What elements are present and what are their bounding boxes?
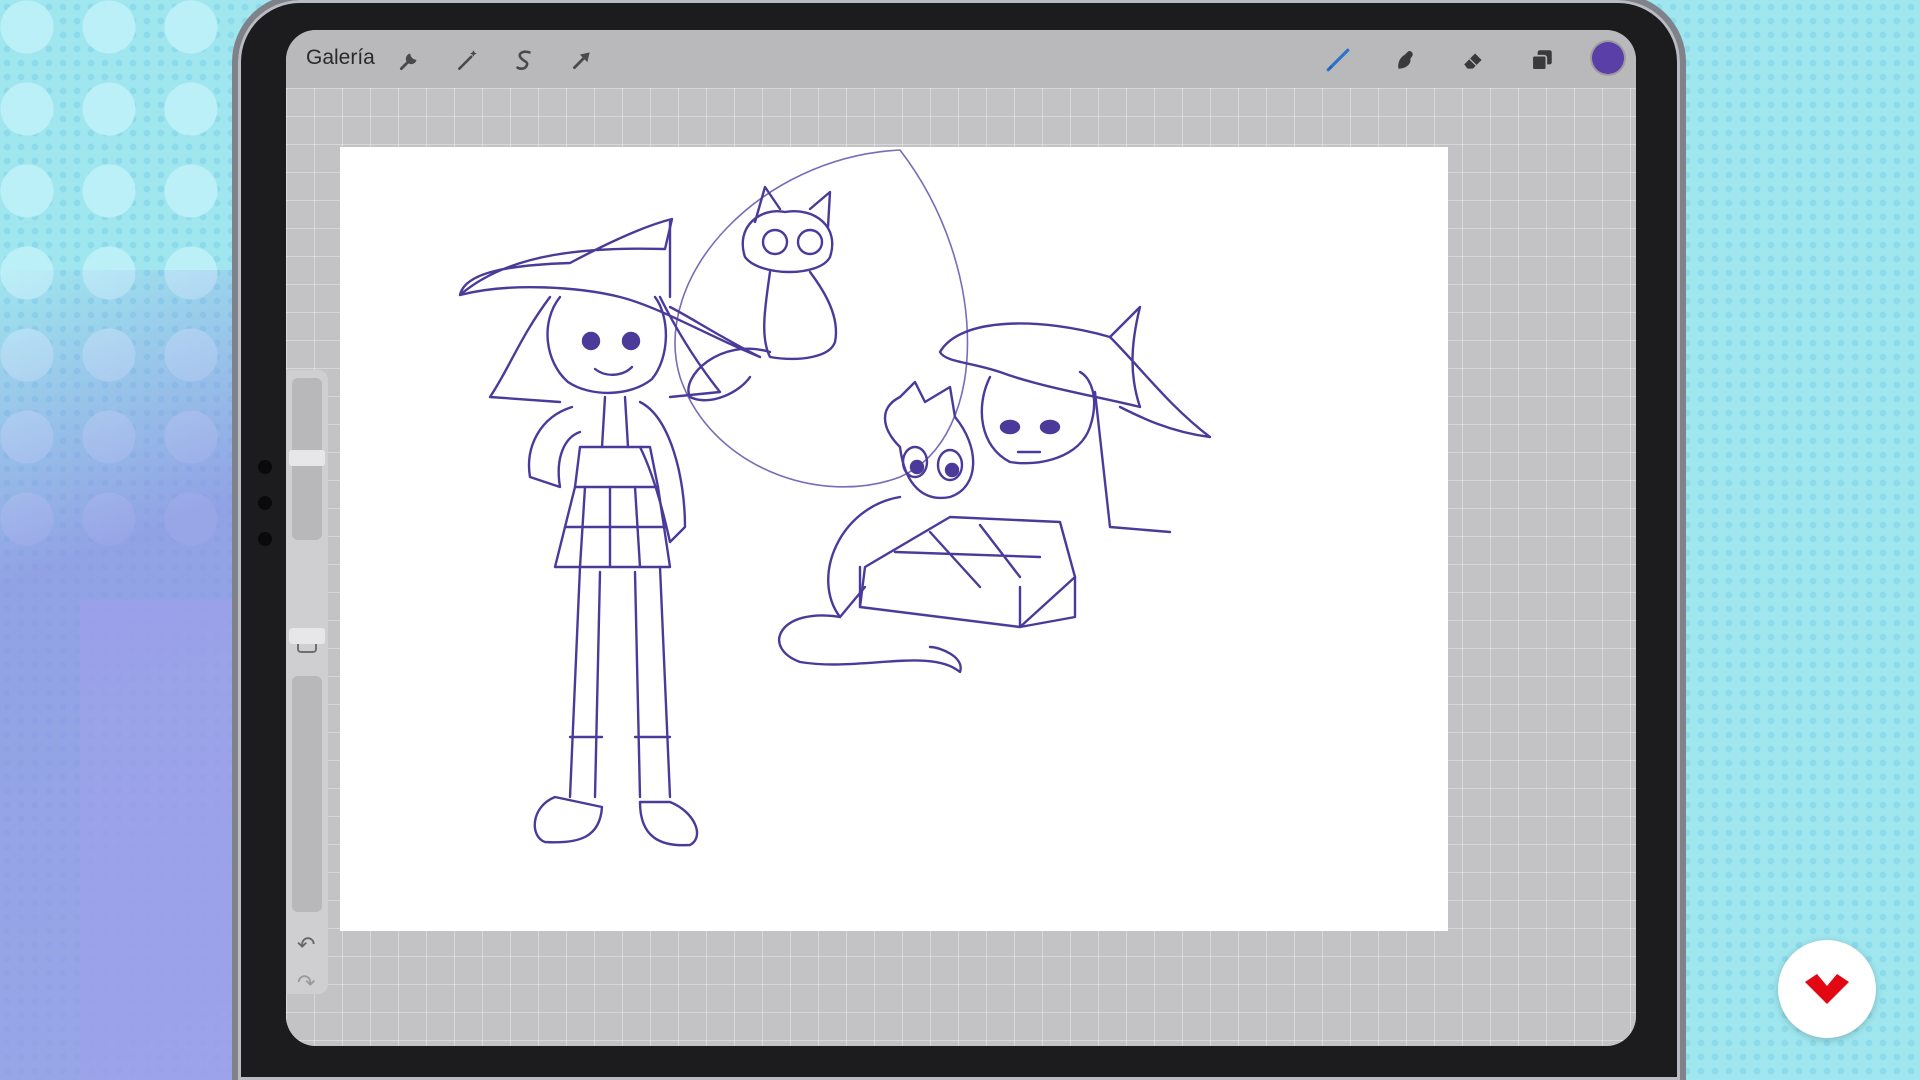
app-screen: Galería ↶ ↷ — [286, 30, 1636, 1046]
big-cat-tail — [778, 614, 962, 674]
witch-arm — [527, 405, 582, 489]
witch-top — [573, 445, 660, 489]
magic-wand-icon — [458, 50, 477, 70]
witch2-face — [980, 370, 1096, 465]
gallery-button[interactable]: Galería — [306, 46, 375, 70]
layers-icon — [1531, 50, 1552, 71]
layers-button[interactable] — [1526, 44, 1558, 76]
undo-arrow-icon[interactable]: ↶ — [297, 932, 315, 958]
witch-shoe-left — [533, 795, 604, 844]
background-texture-2 — [80, 600, 250, 1080]
wrench-icon — [399, 53, 417, 71]
witch2-hat — [938, 305, 1142, 409]
sketch-artwork — [458, 149, 1212, 847]
cat-body — [763, 270, 838, 361]
smudge-button[interactable] — [1390, 44, 1422, 76]
domestika-logo-icon — [1778, 940, 1876, 1038]
witch-neck — [600, 395, 630, 449]
drawing-canvas[interactable] — [340, 147, 1448, 931]
witch-hat-brim — [458, 286, 762, 359]
selection-s-icon — [516, 50, 531, 70]
witch-face — [546, 295, 668, 395]
arrow-cursor-icon — [573, 52, 590, 69]
opacity-handle[interactable] — [289, 628, 325, 644]
transform-button[interactable] — [566, 44, 598, 76]
selection-button[interactable] — [508, 44, 540, 76]
color-picker-button[interactable] — [1592, 42, 1624, 74]
eraser-button[interactable] — [1458, 44, 1490, 76]
tablet-camera — [258, 460, 272, 568]
opacity-slider[interactable] — [292, 676, 322, 912]
side-slider-bar: ↶ ↷ — [286, 370, 328, 996]
witch-hat — [458, 217, 674, 297]
tablet-frame: Galería ↶ ↷ — [238, 0, 1680, 1080]
brush-button[interactable] — [1322, 44, 1354, 76]
brush-size-handle[interactable] — [289, 450, 325, 466]
big-cat-body — [827, 495, 902, 619]
top-toolbar: Galería — [286, 30, 1636, 88]
witch-legs — [568, 565, 672, 799]
smudge-finger-icon — [1398, 51, 1413, 69]
eraser-icon — [1464, 53, 1482, 69]
actions-button[interactable] — [394, 44, 426, 76]
adjustments-button[interactable] — [452, 44, 484, 76]
witch-shoe-right — [638, 800, 699, 847]
brush-icon — [1326, 48, 1350, 72]
redo-arrow-icon[interactable]: ↷ — [297, 970, 315, 996]
